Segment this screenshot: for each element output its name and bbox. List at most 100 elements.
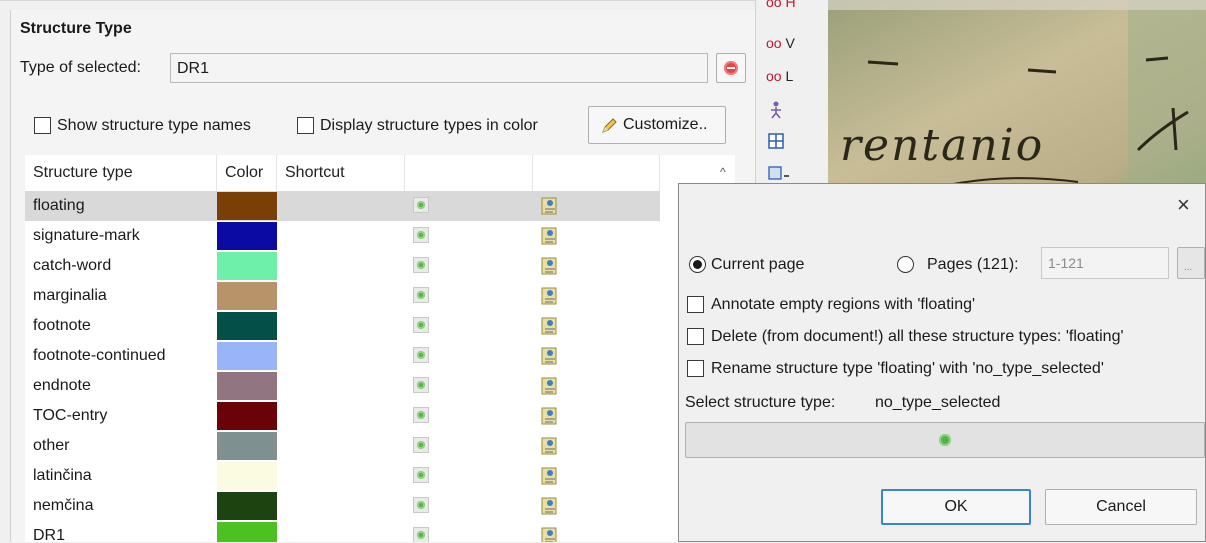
add-shortcut-button[interactable] [413,257,429,273]
table-row[interactable]: floating [25,191,660,221]
edit-type-icon[interactable] [541,376,559,396]
color-swatch[interactable] [217,402,277,430]
color-swatch[interactable] [217,282,277,310]
column-header-shortcut[interactable]: Shortcut [277,155,405,191]
edit-type-icon[interactable] [541,466,559,486]
type-of-selected-label: Type of selected: [20,59,141,76]
person-icon[interactable] [769,101,783,119]
add-shortcut-button[interactable] [413,347,429,363]
toolbar-item-h[interactable]: oo H [766,0,796,10]
add-shortcut-button[interactable] [413,317,429,333]
checkbox-box[interactable] [297,117,314,134]
column-header-add[interactable] [405,155,533,191]
table-row[interactable]: footnote-continued [25,341,660,371]
pages-range-input[interactable]: 1-121 [1041,247,1169,279]
edit-type-icon[interactable] [541,436,559,456]
show-structure-type-names-label: Show structure type names [57,117,251,134]
add-shortcut-button[interactable] [413,227,429,243]
table-row[interactable]: DR1 [25,521,660,542]
table-row[interactable]: catch-word [25,251,660,281]
show-structure-type-names-checkbox[interactable] [34,117,51,139]
current-page-radio[interactable] [689,256,706,273]
add-shortcut-button[interactable] [413,287,429,303]
table-row[interactable]: latinčina [25,461,660,491]
glasses-icon: oo [766,68,782,84]
table-row[interactable]: nemčina [25,491,660,521]
edit-type-icon[interactable] [541,496,559,516]
toolbar-item-v[interactable]: oo V [766,35,795,51]
manuscript-text: rentanio [840,120,1045,171]
scroll-up-icon[interactable]: ^ [720,165,732,179]
vertical-toolbar: oo H oo V oo L [755,0,828,200]
color-swatch[interactable] [217,342,277,370]
type-of-selected-field[interactable]: DR1 [170,53,708,83]
color-swatch[interactable] [217,522,277,542]
display-types-in-color-checkbox[interactable] [297,117,314,139]
structure-type-dialog: × Current page Pages (121): 1-121 ... An… [678,183,1206,542]
customize-label: Customize.. [623,116,708,133]
add-shortcut-button[interactable] [413,437,429,453]
color-swatch[interactable] [217,372,277,400]
structure-type-name: signature-mark [33,227,140,244]
table-row[interactable]: marginalia [25,281,660,311]
close-icon[interactable]: × [1177,192,1190,218]
table-grid-icon[interactable] [768,133,784,149]
color-swatch[interactable] [217,432,277,460]
delete-types-checkbox[interactable] [687,328,704,350]
checkbox-box[interactable] [687,328,704,345]
edit-type-icon[interactable] [541,316,559,336]
ellipsis-icon: ... [1184,262,1193,273]
add-structure-type-button[interactable] [685,422,1205,458]
color-swatch[interactable] [217,192,277,220]
column-header-color[interactable]: Color [217,155,277,191]
checkbox-box[interactable] [34,117,51,134]
edit-type-icon[interactable] [541,286,559,306]
column-header-structure-type[interactable]: Structure type [25,155,217,191]
structure-type-name: latinčina [33,467,92,484]
pages-radio[interactable] [897,256,914,273]
current-page-label: Current page [711,256,805,273]
add-shortcut-button[interactable] [413,527,429,542]
edit-type-icon[interactable] [541,256,559,276]
document-image[interactable]: rentanio [828,0,1206,200]
edit-type-icon[interactable] [541,526,559,542]
color-swatch[interactable] [217,492,277,520]
edit-type-icon[interactable] [541,226,559,246]
edit-type-icon[interactable] [541,196,559,216]
table-row[interactable]: other [25,431,660,461]
color-swatch[interactable] [217,462,277,490]
add-shortcut-button[interactable] [413,407,429,423]
delete-types-label: Delete (from document!) all these struct… [711,328,1124,345]
edit-type-icon[interactable] [541,346,559,366]
checkbox-box[interactable] [687,296,704,313]
customize-button[interactable]: Customize.. [588,106,726,144]
glasses-icon: oo [766,0,782,10]
table-row[interactable]: endnote [25,371,660,401]
rename-type-checkbox[interactable] [687,360,704,382]
edit-type-icon[interactable] [541,406,559,426]
add-shortcut-button[interactable] [413,467,429,483]
add-shortcut-button[interactable] [413,197,429,213]
color-swatch[interactable] [217,312,277,340]
table-row[interactable]: footnote [25,311,660,341]
structure-types-table[interactable]: Structure type Color Shortcut ^ floating… [25,155,735,542]
column-header-edit[interactable] [533,155,660,191]
toolbar-item-label: H [785,0,796,10]
annotate-empty-checkbox[interactable] [687,296,704,318]
table-body: floating signature-mark catch-word marginal… [25,191,660,542]
color-swatch[interactable] [217,252,277,280]
table-edit-icon[interactable] [768,166,790,182]
cancel-button[interactable]: Cancel [1045,489,1197,525]
radio-dot [693,260,702,269]
structure-type-name: endnote [33,377,91,394]
color-swatch[interactable] [217,222,277,250]
checkbox-box[interactable] [687,360,704,377]
pages-browse-button[interactable]: ... [1177,247,1205,279]
clear-type-button[interactable] [716,53,746,83]
table-row[interactable]: TOC-entry [25,401,660,431]
add-shortcut-button[interactable] [413,497,429,513]
table-row[interactable]: signature-mark [25,221,660,251]
add-shortcut-button[interactable] [413,377,429,393]
ok-button[interactable]: OK [881,489,1031,525]
toolbar-item-l[interactable]: oo L [766,68,793,84]
